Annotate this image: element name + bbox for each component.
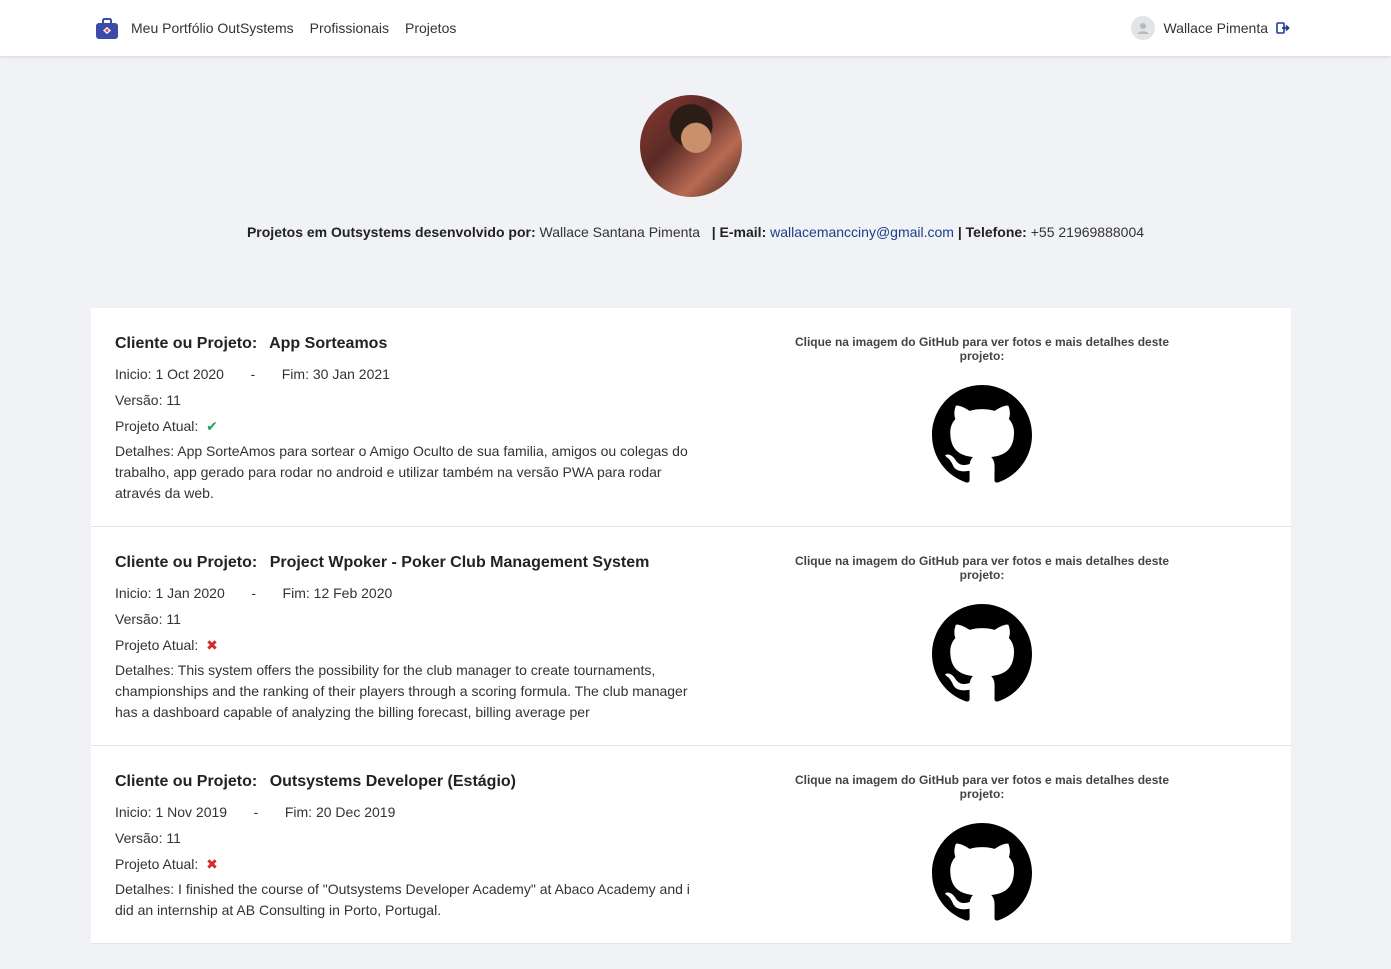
end-label: Fim:: [281, 366, 309, 382]
user-avatar-icon[interactable]: [1131, 16, 1156, 40]
project-version: Versão: 11: [115, 387, 690, 413]
developed-by-label: Projetos em Outsystems desenvolvido por:: [246, 224, 536, 240]
project-version: Versão: 11: [115, 825, 690, 851]
version-label: Versão:: [115, 830, 163, 846]
nav-item-profissionais[interactable]: Profissionais: [310, 20, 389, 36]
github-section: Clique na imagem do GitHub para ver foto…: [774, 554, 1190, 704]
project-details: Detalhes: I finished the course of "Outs…: [115, 881, 690, 918]
project-dates: Inicio: 1 Jan 2020 - Fim: 12 Feb 2020: [115, 580, 690, 606]
start-date: 1 Nov 2019: [155, 804, 228, 820]
end-date: 12 Feb 2020: [313, 585, 393, 601]
version-label: Versão:: [115, 392, 163, 408]
date-separator: -: [253, 804, 259, 820]
logout-icon[interactable]: [1276, 21, 1290, 35]
current-label: Projeto Atual:: [115, 418, 199, 434]
github-caption: Clique na imagem do GitHub para ver foto…: [794, 335, 1170, 363]
email-label: | E-mail:: [711, 224, 767, 240]
project-info: Cliente ou Projeto: Project Wpoker - Pok…: [115, 554, 690, 723]
project-title: Cliente ou Projeto: App Sorteamos: [115, 335, 690, 353]
project-title-label: Cliente ou Projeto:: [115, 773, 258, 790]
project-current: Projeto Atual: ✖: [115, 851, 690, 877]
top-header: Meu Portfólio OutSystems Profissionais P…: [0, 0, 1391, 56]
project-info: Cliente ou Projeto: Outsystems Developer…: [115, 773, 690, 921]
project-card: Cliente ou Projeto: Outsystems Developer…: [91, 746, 1291, 944]
end-date: 20 Dec 2019: [315, 804, 396, 820]
end-date: 30 Jan 2021: [312, 366, 390, 382]
portfolio-briefcase-icon[interactable]: [95, 17, 119, 41]
project-current: Projeto Atual: ✔: [115, 413, 690, 439]
project-info: Cliente ou Projeto: App Sorteamos Inicio…: [115, 335, 690, 504]
current-label: Projeto Atual:: [115, 637, 199, 653]
project-version: Versão: 11: [115, 606, 690, 632]
user-menu[interactable]: Wallace Pimenta: [1131, 16, 1290, 40]
current-label: Projeto Atual:: [115, 856, 199, 872]
profile-photo: [640, 95, 742, 197]
start-label: Inicio:: [115, 585, 152, 601]
version-value: 11: [166, 611, 181, 627]
end-label: Fim:: [282, 585, 310, 601]
version-value: 11: [166, 830, 181, 846]
github-logo-icon[interactable]: [932, 385, 1032, 485]
date-separator: -: [251, 585, 256, 601]
github-section: Clique na imagem do GitHub para ver foto…: [774, 773, 1190, 923]
start-date: 1 Jan 2020: [155, 585, 225, 601]
check-icon: ✔: [206, 418, 218, 434]
project-dates: Inicio: 1 Oct 2020 - Fim: 30 Jan 2021: [115, 361, 690, 387]
github-section: Clique na imagem do GitHub para ver foto…: [774, 335, 1190, 485]
main-nav: Meu Portfólio OutSystems Profissionais P…: [131, 20, 456, 36]
github-caption: Clique na imagem do GitHub para ver foto…: [794, 773, 1170, 801]
version-label: Versão:: [115, 611, 163, 627]
project-details: Detalhes: This system offers the possibi…: [115, 662, 688, 720]
cross-icon: ✖: [206, 637, 218, 653]
start-date: 1 Oct 2020: [155, 366, 224, 382]
project-list: Cliente ou Projeto: App Sorteamos Inicio…: [91, 308, 1291, 944]
phone-value: +55 21969888004: [1030, 224, 1145, 240]
project-card: Cliente ou Projeto: App Sorteamos Inicio…: [91, 308, 1291, 527]
project-title-value: Outsystems Developer (Estágio): [269, 773, 516, 790]
project-title-value: Project Wpoker - Poker Club Management S…: [269, 554, 650, 571]
version-value: 11: [166, 392, 181, 408]
project-title-label: Cliente ou Projeto:: [115, 554, 258, 571]
nav-item-projetos[interactable]: Projetos: [405, 20, 456, 36]
project-card: Cliente ou Projeto: Project Wpoker - Pok…: [91, 527, 1291, 746]
github-logo-icon[interactable]: [932, 604, 1032, 704]
user-name[interactable]: Wallace Pimenta: [1163, 20, 1268, 36]
project-current: Projeto Atual: ✖: [115, 632, 690, 658]
project-title-value: App Sorteamos: [269, 335, 388, 352]
github-caption: Clique na imagem do GitHub para ver foto…: [794, 554, 1170, 582]
end-label: Fim:: [284, 804, 313, 820]
date-separator: -: [250, 366, 256, 382]
start-label: Inicio:: [115, 804, 152, 820]
github-logo-icon[interactable]: [932, 823, 1032, 923]
start-label: Inicio:: [115, 366, 152, 382]
developer-name: Wallace Santana Pimenta: [539, 224, 701, 240]
profile-info: Projetos em Outsystems desenvolvido por:…: [0, 224, 1391, 240]
project-dates: Inicio: 1 Nov 2019 - Fim: 20 Dec 2019: [115, 799, 690, 825]
brand[interactable]: [95, 17, 119, 41]
project-details: Detalhes: App SorteAmos para sortear o A…: [115, 443, 688, 501]
cross-icon: ✖: [206, 856, 218, 872]
project-title: Cliente ou Projeto: Project Wpoker - Pok…: [115, 554, 690, 572]
project-title: Cliente ou Projeto: Outsystems Developer…: [115, 773, 690, 791]
nav-item-portfolio[interactable]: Meu Portfólio OutSystems: [131, 20, 294, 36]
email-link[interactable]: wallacemancciny@gmail.com: [770, 224, 954, 240]
phone-label: | Telefone:: [957, 224, 1027, 240]
project-title-label: Cliente ou Projeto:: [115, 335, 258, 352]
